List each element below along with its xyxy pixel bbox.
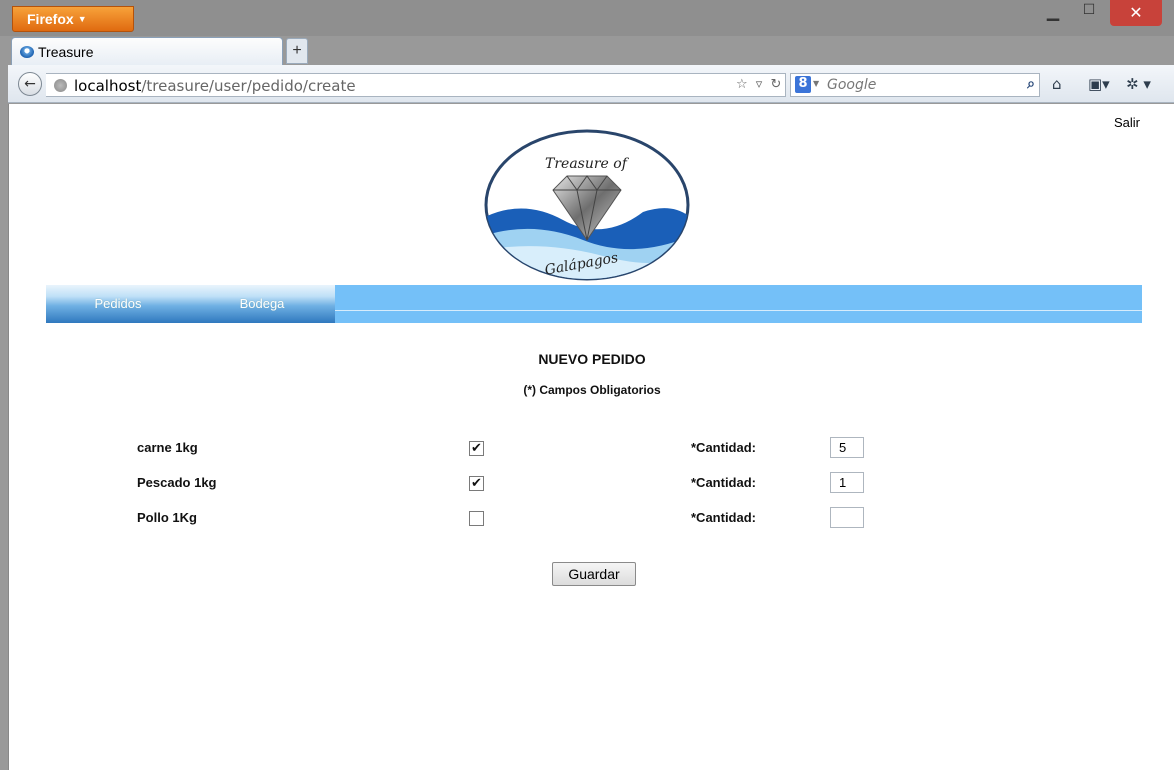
product-label: carne 1kg — [137, 440, 198, 455]
form-subtitle: (*) Campos Obligatorios — [523, 383, 661, 397]
url-host: localhost — [74, 77, 142, 95]
bookmarks-menu-icon[interactable]: ▣▾ — [1088, 75, 1110, 93]
tab-title: Treasure — [38, 44, 94, 60]
tab-treasure[interactable]: Treasure — [11, 37, 283, 65]
menu-divider — [335, 310, 1142, 311]
quantity-label: *Cantidad: — [691, 510, 756, 525]
quantity-input[interactable] — [830, 507, 864, 528]
google-engine-icon[interactable]: 8 — [795, 76, 811, 93]
menu-item-pedidos[interactable]: Pedidos — [46, 285, 190, 323]
quantity-input[interactable] — [830, 437, 864, 458]
quantity-input[interactable] — [830, 472, 864, 493]
maximize-button[interactable]: ☐ — [1074, 2, 1104, 26]
firefox-menu-button[interactable]: Firefox ▼ — [12, 6, 134, 32]
menu-tabs: Pedidos Bodega — [46, 285, 335, 323]
browser-window: Firefox ▼ ▁ ☐ ✕ Treasure + ← localhost/tr… — [0, 0, 1174, 770]
new-tab-button[interactable]: + — [286, 38, 308, 64]
addon-icon[interactable]: ✲ ▾ — [1126, 75, 1151, 93]
bookmark-star-icon[interactable]: ☆ ▿ ↻ — [736, 77, 783, 92]
page-content: Salir Treasure of Galápagos Pedidos Bode… — [8, 104, 1174, 770]
product-label: Pollo 1Kg — [137, 510, 197, 525]
product-checkbox[interactable]: ✔ — [469, 441, 484, 456]
close-window-button[interactable]: ✕ — [1110, 0, 1162, 26]
menu-item-bodega[interactable]: Bodega — [190, 285, 334, 323]
search-icon[interactable]: ⌕ — [1027, 76, 1035, 92]
search-input[interactable]: 8 ▼ Google ⌕ — [790, 73, 1040, 97]
title-bar: Firefox ▼ ▁ ☐ ✕ — [0, 0, 1174, 36]
firefox-menu-label: Firefox — [27, 11, 74, 27]
minimize-button[interactable]: ▁ — [1036, 2, 1070, 26]
url-bar[interactable]: localhost/treasure/user/pedido/create ☆ … — [46, 73, 786, 97]
main-menu-bar: Pedidos Bodega — [46, 285, 1142, 323]
treasure-logo: Treasure of Galápagos — [484, 129, 690, 281]
chevron-down-icon: ▼ — [77, 14, 87, 24]
url-path: /treasure/user/pedido/create — [141, 77, 356, 95]
logo-top-text: Treasure of — [545, 156, 630, 172]
navigation-toolbar: ← localhost/treasure/user/pedido/create … — [8, 65, 1174, 103]
form-title: NUEVO PEDIDO — [538, 351, 646, 367]
product-checkbox[interactable] — [469, 511, 484, 526]
site-favicon-icon — [20, 46, 34, 58]
quantity-label: *Cantidad: — [691, 440, 756, 455]
product-label: Pescado 1kg — [137, 475, 217, 490]
globe-icon — [54, 79, 67, 92]
back-button[interactable]: ← — [18, 72, 42, 96]
quantity-label: *Cantidad: — [691, 475, 756, 490]
logout-link[interactable]: Salir — [1114, 115, 1140, 130]
product-checkbox[interactable]: ✔ — [469, 476, 484, 491]
search-placeholder: Google — [827, 77, 877, 93]
chevron-down-icon[interactable]: ▼ — [813, 79, 819, 88]
home-icon[interactable]: ⌂ — [1052, 75, 1062, 93]
save-button[interactable]: Guardar — [552, 562, 636, 586]
